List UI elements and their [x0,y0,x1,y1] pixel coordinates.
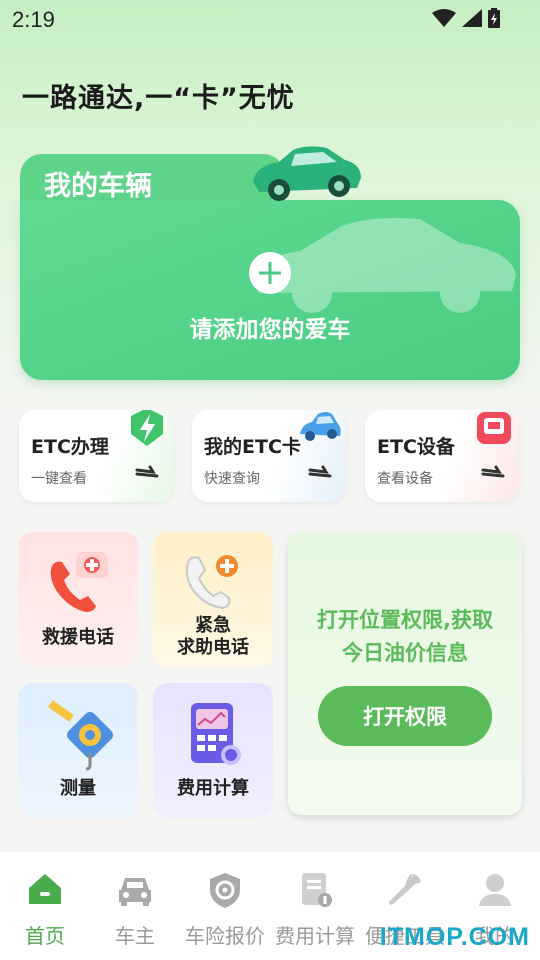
tab-label: 首页 [25,924,65,948]
vehicle-card-title: 我的车辆 [44,171,152,202]
service-title: ETC办理 [31,436,109,458]
wifi-icon [432,9,456,27]
watermark: ITMOP.COM [379,923,530,951]
calculator-icon [191,703,241,765]
service-card-etc-device[interactable]: ETC设备 查看设备 [365,410,519,502]
wrench-icon [389,874,421,905]
lightning-icon [131,410,163,446]
oil-price-card: 打开位置权限,获取 今日油价信息 打开权限 [288,532,522,815]
my-vehicle-card[interactable]: 我的车辆 请添加您的爱车 [20,146,520,380]
status-icons [432,8,500,28]
service-title: 我的ETC卡 [204,436,301,458]
tool-label: 费用计算 [177,778,249,799]
tool-fee-calculator[interactable]: 费用计算 [153,683,273,818]
signal-icon [462,9,482,27]
user-icon [479,874,511,906]
tab-insurance-quote[interactable]: 车险报价 [180,870,270,949]
bill-icon [302,873,332,907]
tab-label: 费用计算 [275,924,355,948]
service-card-etc-apply[interactable]: ETC办理 一键查看 [19,410,173,502]
shield-icon [210,873,240,908]
oil-text-line1: 打开位置权限,获取 [317,608,493,632]
home-icon [29,874,61,904]
tool-measure[interactable]: 测量 [18,683,138,818]
status-time: 2:19 [12,7,55,32]
open-permission-button[interactable]: 打开权限 [318,686,492,746]
oil-permission-text: 打开位置权限,获取 今日油价信息 [288,604,522,670]
service-subtitle: 一键查看 [31,471,87,487]
add-vehicle-button[interactable] [249,252,291,294]
bottom-tab-bar: 首页 车主 车险报价 费用计算 便捷工具 我的 ITMOP.COM [0,852,540,960]
car-icon [300,412,341,441]
phone-rescue-icon [50,552,108,612]
tab-label: 车主 [115,924,155,948]
slogan: 一路通达,一“卡”无忧 [22,83,295,114]
oil-text-line2: 今日油价信息 [342,641,468,665]
tab-label: 车险报价 [185,924,265,948]
arrow-right-icon [481,465,505,478]
service-card-my-etc-card[interactable]: 我的ETC卡 快速查询 [192,410,346,502]
arrow-right-icon [308,465,332,478]
tape-measure-icon [48,700,113,771]
tool-emergency-phone[interactable]: 紧急 求助电话 [153,532,273,667]
tab-owner[interactable]: 车主 [90,870,180,949]
plus-icon [259,262,281,284]
tool-label-line2: 求助电话 [177,637,249,658]
battery-icon [488,8,500,28]
arrow-right-icon [135,465,159,478]
status-bar: 2:19 [0,0,540,40]
tab-fee-calculation[interactable]: 费用计算 [270,870,360,949]
device-icon [477,412,511,444]
tool-label-line1: 紧急 [195,615,231,636]
add-vehicle-label[interactable]: 请添加您的爱车 [20,310,520,344]
tool-rescue-phone[interactable]: 救援电话 [18,532,138,667]
service-subtitle: 查看设备 [377,471,433,487]
car-silhouette-icon [255,218,516,313]
tool-label: 测量 [60,778,96,799]
tab-home[interactable]: 首页 [0,870,90,949]
service-title: ETC设备 [377,436,455,458]
tool-label: 救援电话 [42,627,114,648]
phone-emergency-icon [185,555,238,610]
service-subtitle: 快速查询 [204,471,260,487]
car-icon [119,878,151,906]
car-illustration-icon [253,146,361,201]
